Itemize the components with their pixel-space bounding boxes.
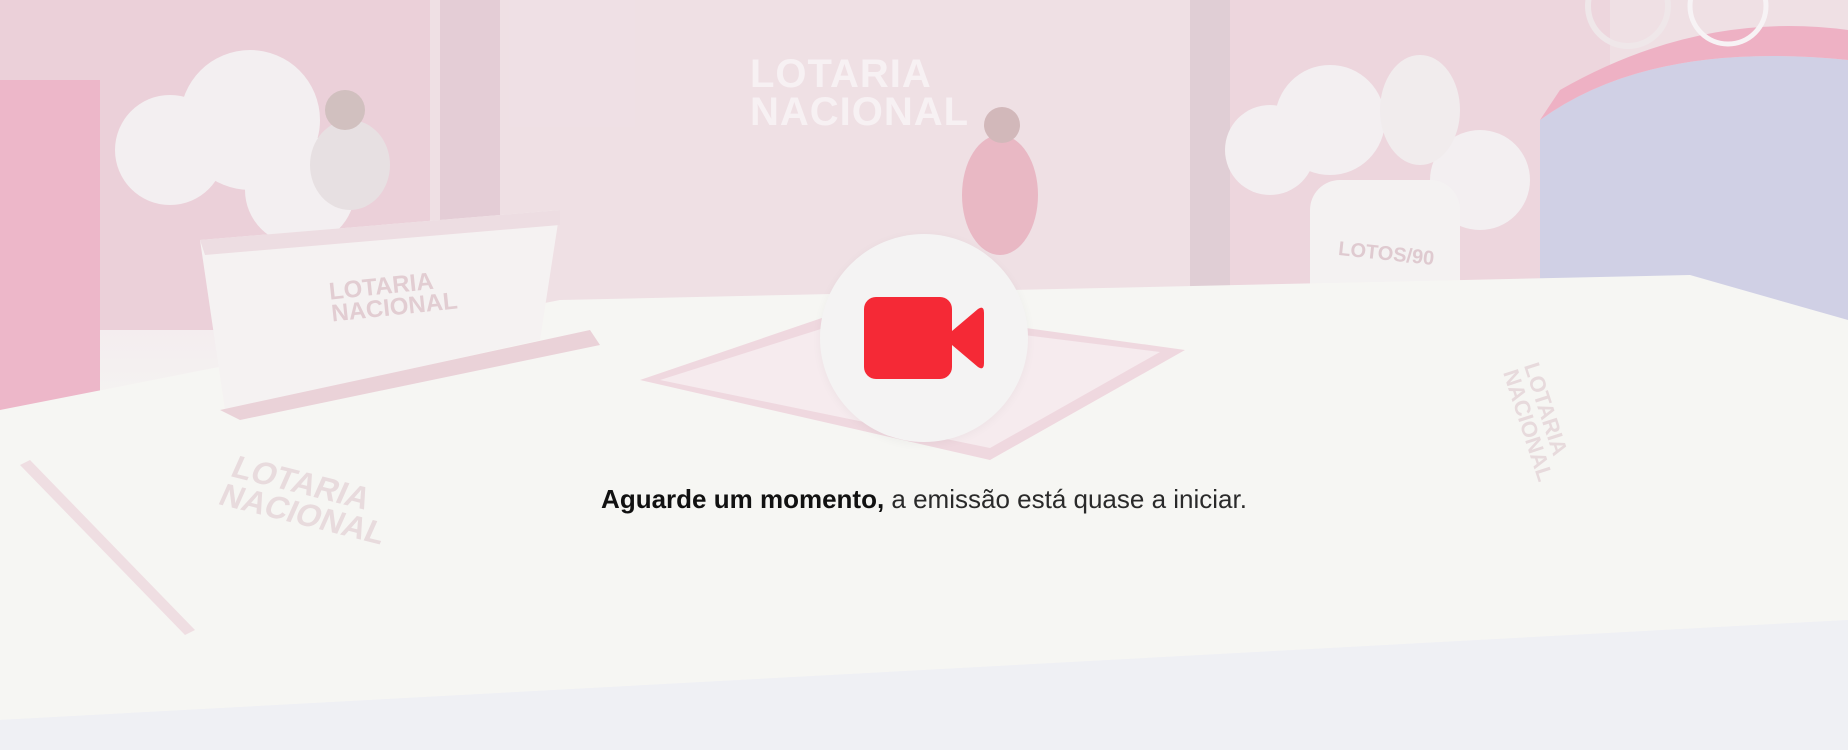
camera-icon-badge bbox=[820, 234, 1028, 442]
video-camera-icon bbox=[864, 297, 984, 379]
waiting-message-bold: Aguarde um momento, bbox=[601, 484, 885, 514]
waiting-message-rest: a emissão está quase a iniciar. bbox=[884, 484, 1247, 514]
video-player-placeholder: LOTARIA NACIONAL LOTARIA NACIONAL LOTARI… bbox=[0, 0, 1848, 750]
waiting-message: Aguarde um momento, a emissão está quase… bbox=[0, 484, 1848, 515]
